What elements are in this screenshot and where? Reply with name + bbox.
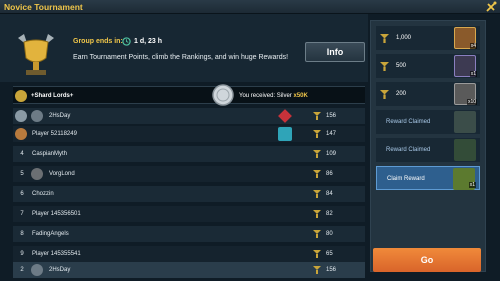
player-points: 80 (326, 231, 333, 237)
tournament-points-icon (380, 90, 389, 99)
reward-tier[interactable]: Reward Claimed (376, 110, 480, 134)
my-rank-row[interactable]: 2 2HsDay 156 (13, 262, 365, 278)
player-rank: 4 (20, 151, 24, 157)
clan-name: +Shard Lords+ (31, 93, 74, 99)
tournament-points-icon (313, 250, 321, 258)
player-points: 147 (326, 131, 337, 137)
table-row[interactable]: 9 Player 145355541 65 (13, 246, 365, 262)
clock-icon (122, 37, 131, 46)
reward-count: x10 (466, 99, 477, 105)
notification-amount: x50K (293, 93, 308, 99)
group-time: 1 d, 23 h (134, 38, 163, 45)
rewards-panel: 1,000 x4 500 x1 200 x10 Reward Claimed R… (370, 20, 486, 272)
reward-tier[interactable]: Reward Claimed (376, 138, 480, 162)
title-bar: Novice Tournament (0, 0, 500, 14)
info-button[interactable]: Info (305, 42, 365, 62)
player-name: Chozzin (32, 191, 54, 197)
player-rank: 2 (20, 267, 24, 273)
window-title: Novice Tournament (4, 2, 83, 12)
tournament-points-icon (313, 210, 321, 218)
reward-tier[interactable]: 1,000 x4 (376, 26, 480, 50)
tournament-points-icon (313, 266, 321, 274)
tournament-points-icon (313, 130, 321, 138)
tournament-points-icon (313, 190, 321, 198)
avatar (31, 264, 43, 276)
avatar (31, 110, 43, 122)
reward-tier[interactable]: 200 x10 (376, 82, 480, 106)
tier-points: 500 (396, 63, 407, 69)
player-rank: 6 (20, 191, 24, 197)
player-rank: 7 (20, 211, 24, 217)
player-name: FadingAngels (32, 231, 69, 237)
reward-notification: +Shard Lords+ You received: Silver x50K (13, 84, 365, 106)
table-row[interactable]: 2HsDay 156 (13, 108, 365, 124)
reward-tier[interactable]: 500 x1 (376, 54, 480, 78)
player-name: CaspianMyth (32, 151, 68, 157)
tournament-description: Earn Tournament Points, climb the Rankin… (73, 54, 289, 61)
player-rank: 5 (20, 171, 24, 177)
claim-reward-button[interactable]: Claim Reward x1 (376, 166, 480, 190)
player-points: 65 (326, 251, 333, 257)
claim-reward-label: Claim Reward (387, 176, 425, 182)
tournament-points-icon (380, 62, 389, 71)
player-name: 2HsDay (49, 267, 71, 273)
player-rank: 9 (20, 251, 24, 257)
notification-text: You received: Silver (239, 93, 294, 99)
player-name: Player 145355541 (32, 251, 81, 257)
reward-status: Reward Claimed (386, 119, 431, 125)
player-points: 156 (326, 113, 337, 119)
go-button[interactable]: Go (373, 248, 481, 272)
header-panel: Group ends in: 1 d, 23 h Earn Tournament… (0, 14, 368, 82)
ruby-icon (278, 109, 292, 123)
close-icon[interactable] (484, 0, 498, 14)
tournament-points-icon (313, 230, 321, 238)
player-points: 86 (326, 171, 333, 177)
player-points: 109 (326, 151, 337, 157)
reward-count: x1 (468, 182, 476, 188)
reward-status: Reward Claimed (386, 147, 431, 153)
trophy-icon (18, 34, 54, 75)
reward-count: x4 (469, 43, 477, 49)
silver-coin-icon (212, 84, 234, 106)
table-row[interactable]: Player 52118249 147 (13, 126, 365, 142)
table-row[interactable]: 4 CaspianMyth 109 (13, 146, 365, 162)
player-name: VorgLond (49, 171, 75, 177)
player-points: 156 (326, 267, 337, 273)
reward-count: x1 (469, 71, 477, 77)
player-points: 84 (326, 191, 333, 197)
silver-rank-badge-icon (15, 110, 27, 122)
table-row[interactable]: 7 Player 145356501 82 (13, 206, 365, 222)
tier-points: 1,000 (396, 35, 412, 41)
item-icon (454, 139, 476, 161)
player-rank: 8 (20, 231, 24, 237)
table-row[interactable]: 8 FadingAngels 80 (13, 226, 365, 242)
group-ends-label: Group ends in: (73, 38, 123, 45)
table-row[interactable]: 6 Chozzin 84 (13, 186, 365, 202)
player-name: Player 145356501 (32, 211, 81, 217)
tournament-points-icon (313, 150, 321, 158)
bronze-rank-badge-icon (15, 128, 27, 140)
tournament-points-icon (313, 112, 321, 120)
notification-message: You received: Silver x50K (239, 93, 308, 99)
table-row[interactable]: 5 VorgLond 86 (13, 166, 365, 182)
gem-icon (278, 127, 292, 141)
gold-rank-badge-icon (15, 90, 27, 102)
player-points: 82 (326, 211, 333, 217)
player-name: 2HsDay (49, 113, 71, 119)
player-name: Player 52118249 (32, 131, 77, 137)
avatar (31, 168, 43, 180)
item-icon (454, 111, 476, 133)
tournament-points-icon (380, 34, 389, 43)
tier-points: 200 (396, 91, 407, 97)
tournament-points-icon (313, 170, 321, 178)
